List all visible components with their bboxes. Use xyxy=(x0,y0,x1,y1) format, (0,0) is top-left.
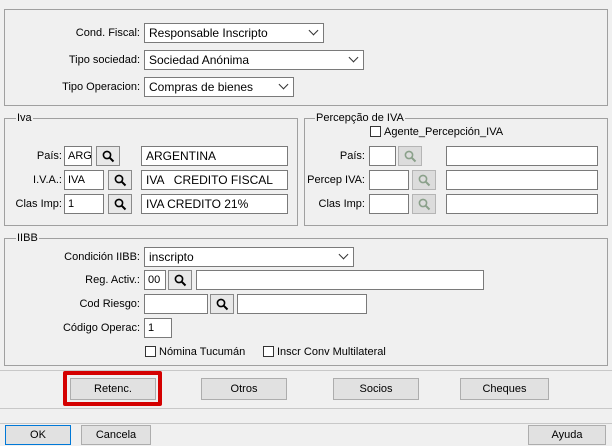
iva-pais-label: País: xyxy=(36,150,62,162)
socios-button[interactable]: Socios xyxy=(333,378,419,400)
separator xyxy=(0,408,612,409)
cancela-button[interactable]: Cancela xyxy=(81,425,151,445)
search-icon xyxy=(418,174,430,186)
condicion-iibb-value: inscripto xyxy=(149,250,194,264)
dialog-panel: Cond. Fiscal: Responsable Inscripto Tipo… xyxy=(0,0,612,423)
iibb-legend: IIBB xyxy=(16,232,39,244)
nomina-tucuman-label: Nómina Tucumán xyxy=(159,346,246,358)
percep-iva-label: Percep IVA: xyxy=(307,174,365,186)
search-icon xyxy=(216,298,228,310)
iva-clas-label: Clas Imp: xyxy=(15,198,62,210)
iva-iva-search-button[interactable] xyxy=(108,170,132,190)
nomina-tucuman-checkbox[interactable]: Nómina Tucumán xyxy=(145,346,245,359)
search-icon xyxy=(114,174,126,186)
percep-pais-code-field[interactable] xyxy=(369,146,396,166)
reg-activ-code-field[interactable]: 00 xyxy=(144,270,166,290)
iva-iva-label: I.V.A.: xyxy=(33,174,62,186)
agente-percepcion-label: Agente_Percepción_IVA xyxy=(384,126,504,138)
chevron-down-icon xyxy=(338,249,349,260)
percep-pais-desc-field[interactable] xyxy=(446,146,598,166)
percep-clas-label: Clas Imp: xyxy=(318,198,365,210)
percep-iva-code-field[interactable] xyxy=(369,170,409,190)
iva-pais-desc-field[interactable]: ARGENTINA xyxy=(141,146,288,166)
reg-activ-desc-field[interactable] xyxy=(196,270,484,290)
percep-clas-search-button[interactable] xyxy=(412,194,436,214)
percep-pais-label: País: xyxy=(339,150,365,162)
reg-activ-label: Reg. Activ.: xyxy=(85,274,140,286)
iva-clas-desc-field[interactable]: IVA CREDITO 21% xyxy=(141,194,288,214)
iva-pais-search-button[interactable] xyxy=(96,146,120,166)
checkbox-box xyxy=(263,346,274,357)
codigo-operac-field[interactable]: 1 xyxy=(144,318,172,338)
percep-iva-desc-field[interactable] xyxy=(446,170,598,190)
chevron-down-icon xyxy=(308,25,319,36)
iva-legend: Iva xyxy=(16,112,33,124)
search-icon xyxy=(418,198,430,210)
search-icon xyxy=(174,274,186,286)
tipo-sociedad-value: Sociedad Anónima xyxy=(149,53,250,67)
chevron-down-icon xyxy=(348,52,359,63)
cod-riesgo-desc-field[interactable] xyxy=(237,294,367,314)
inscr-conv-label: Inscr Conv Multilateral xyxy=(277,346,386,358)
percep-pais-search-button[interactable] xyxy=(398,146,422,166)
cod-riesgo-code-field[interactable] xyxy=(144,294,208,314)
reg-activ-search-button[interactable] xyxy=(168,270,192,290)
retenc-highlight xyxy=(63,371,162,406)
tipo-sociedad-label: Tipo sociedad: xyxy=(68,54,140,66)
iva-clas-search-button[interactable] xyxy=(108,194,132,214)
percep-iva-search-button[interactable] xyxy=(412,170,436,190)
inscr-conv-multilateral-checkbox[interactable]: Inscr Conv Multilateral xyxy=(263,346,386,359)
percep-clas-code-field[interactable] xyxy=(369,194,409,214)
cod-riesgo-label: Cod Riesgo: xyxy=(79,298,140,310)
codigo-operac-label: Código Operac: xyxy=(62,322,140,334)
tipo-operacion-value: Compras de bienes xyxy=(149,80,254,94)
search-icon xyxy=(114,198,126,210)
ok-button[interactable]: OK xyxy=(5,425,71,445)
condicion-iibb-select[interactable]: inscripto xyxy=(144,247,354,267)
agente-percepcion-checkbox[interactable]: Agente_Percepción_IVA xyxy=(370,126,503,139)
percep-clas-desc-field[interactable] xyxy=(446,194,598,214)
condicion-iibb-label: Condición IIBB: xyxy=(64,251,140,263)
cheques-button[interactable]: Cheques xyxy=(460,378,549,400)
iva-clas-code-field[interactable]: 1 xyxy=(64,194,104,214)
cond-fiscal-label: Cond. Fiscal: xyxy=(75,27,140,39)
checkbox-box xyxy=(370,126,381,137)
tipo-sociedad-select[interactable]: Sociedad Anónima xyxy=(144,50,364,70)
otros-button[interactable]: Otros xyxy=(201,378,287,400)
tipo-operacion-select[interactable]: Compras de bienes xyxy=(144,77,294,97)
search-icon xyxy=(404,150,416,162)
ayuda-button[interactable]: Ayuda xyxy=(528,425,606,445)
tipo-operacion-label: Tipo Operacion: xyxy=(62,81,140,93)
search-icon xyxy=(102,150,114,162)
iva-pais-code-field[interactable]: ARG xyxy=(64,146,92,166)
chevron-down-icon xyxy=(278,79,289,90)
checkbox-box xyxy=(145,346,156,357)
percepcion-legend: Percepção de IVA xyxy=(315,112,405,124)
cond-fiscal-value: Responsable Inscripto xyxy=(149,26,268,40)
bottom-bar: OK Cancela Ayuda xyxy=(0,423,612,446)
iva-iva-desc-field[interactable]: IVA CREDITO FISCAL xyxy=(141,170,288,190)
iva-iva-code-field[interactable]: IVA xyxy=(64,170,104,190)
cod-riesgo-search-button[interactable] xyxy=(210,294,234,314)
cond-fiscal-select[interactable]: Responsable Inscripto xyxy=(144,23,324,43)
